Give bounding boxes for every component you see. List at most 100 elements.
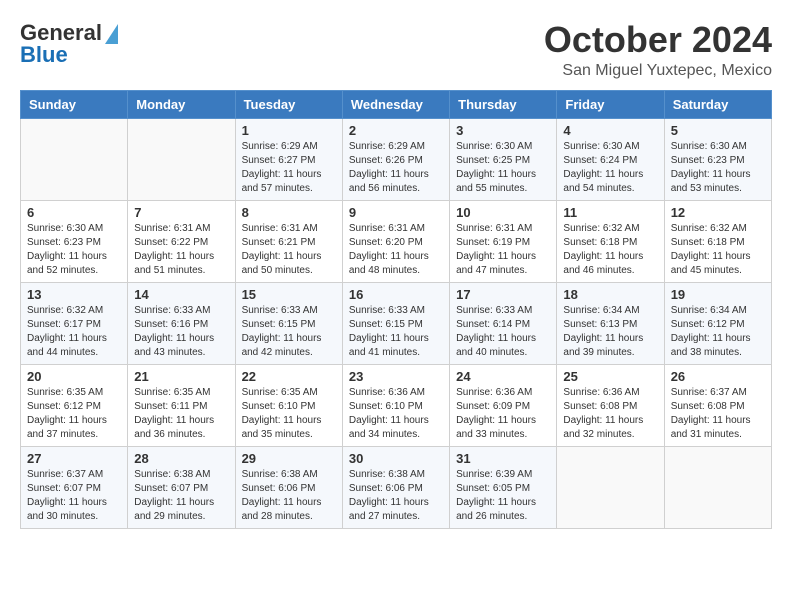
day-info: Sunrise: 6:36 AM Sunset: 6:10 PM Dayligh… — [349, 386, 443, 442]
day-number: 9 — [349, 205, 443, 220]
calendar-cell: 23 Sunrise: 6:36 AM Sunset: 6:10 PM Dayli… — [342, 364, 449, 446]
calendar-cell: 7 Sunrise: 6:31 AM Sunset: 6:22 PM Daylig… — [128, 200, 235, 282]
day-number: 26 — [671, 369, 765, 384]
calendar-cell: 26 Sunrise: 6:37 AM Sunset: 6:08 PM Dayli… — [664, 364, 771, 446]
title-area: October 2024 San Miguel Yuxtepec, Mexico — [544, 20, 772, 80]
day-info: Sunrise: 6:38 AM Sunset: 6:06 PM Dayligh… — [349, 468, 443, 524]
day-number: 20 — [27, 369, 121, 384]
calendar-cell: 6 Sunrise: 6:30 AM Sunset: 6:23 PM Daylig… — [21, 200, 128, 282]
calendar-cell: 28 Sunrise: 6:38 AM Sunset: 6:07 PM Dayli… — [128, 446, 235, 528]
calendar-cell: 16 Sunrise: 6:33 AM Sunset: 6:15 PM Dayli… — [342, 282, 449, 364]
day-info: Sunrise: 6:35 AM Sunset: 6:12 PM Dayligh… — [27, 386, 121, 442]
weekday-header-sunday: Sunday — [21, 90, 128, 118]
weekday-header-friday: Friday — [557, 90, 664, 118]
day-info: Sunrise: 6:34 AM Sunset: 6:13 PM Dayligh… — [563, 304, 657, 360]
calendar-cell: 5 Sunrise: 6:30 AM Sunset: 6:23 PM Daylig… — [664, 118, 771, 200]
day-info: Sunrise: 6:32 AM Sunset: 6:18 PM Dayligh… — [563, 222, 657, 278]
calendar-cell — [128, 118, 235, 200]
day-number: 29 — [242, 451, 336, 466]
day-info: Sunrise: 6:37 AM Sunset: 6:07 PM Dayligh… — [27, 468, 121, 524]
calendar-cell: 15 Sunrise: 6:33 AM Sunset: 6:15 PM Dayli… — [235, 282, 342, 364]
day-number: 4 — [563, 123, 657, 138]
day-number: 14 — [134, 287, 228, 302]
day-info: Sunrise: 6:30 AM Sunset: 6:23 PM Dayligh… — [27, 222, 121, 278]
calendar-cell: 2Sunrise: 6:29 AM Sunset: 6:26 PM Daylig… — [342, 118, 449, 200]
day-number: 27 — [27, 451, 121, 466]
day-info: Sunrise: 6:32 AM Sunset: 6:17 PM Dayligh… — [27, 304, 121, 360]
day-number: 17 — [456, 287, 550, 302]
calendar-cell: 22 Sunrise: 6:35 AM Sunset: 6:10 PM Dayli… — [235, 364, 342, 446]
day-number: 10 — [456, 205, 550, 220]
calendar-week-2: 6 Sunrise: 6:30 AM Sunset: 6:23 PM Daylig… — [21, 200, 772, 282]
day-number: 18 — [563, 287, 657, 302]
calendar-cell: 13 Sunrise: 6:32 AM Sunset: 6:17 PM Dayli… — [21, 282, 128, 364]
day-info: Sunrise: 6:35 AM Sunset: 6:10 PM Dayligh… — [242, 386, 336, 442]
day-info: Sunrise: 6:37 AM Sunset: 6:08 PM Dayligh… — [671, 386, 765, 442]
calendar-cell: 8Sunrise: 6:31 AM Sunset: 6:21 PM Daylig… — [235, 200, 342, 282]
day-number: 15 — [242, 287, 336, 302]
day-number: 19 — [671, 287, 765, 302]
weekday-header-monday: Monday — [128, 90, 235, 118]
calendar-cell: 17 Sunrise: 6:33 AM Sunset: 6:14 PM Dayli… — [450, 282, 557, 364]
calendar-cell: 14 Sunrise: 6:33 AM Sunset: 6:16 PM Dayli… — [128, 282, 235, 364]
day-info: Sunrise: 6:38 AM Sunset: 6:07 PM Dayligh… — [134, 468, 228, 524]
day-info: Sunrise: 6:38 AM Sunset: 6:06 PM Dayligh… — [242, 468, 336, 524]
calendar-header-row: SundayMondayTuesdayWednesdayThursdayFrid… — [21, 90, 772, 118]
calendar-cell: 12Sunrise: 6:32 AM Sunset: 6:18 PM Dayli… — [664, 200, 771, 282]
calendar-cell: 30 Sunrise: 6:38 AM Sunset: 6:06 PM Dayli… — [342, 446, 449, 528]
weekday-header-saturday: Saturday — [664, 90, 771, 118]
day-info: Sunrise: 6:39 AM Sunset: 6:05 PM Dayligh… — [456, 468, 550, 524]
day-number: 3 — [456, 123, 550, 138]
day-info: Sunrise: 6:32 AM Sunset: 6:18 PM Dayligh… — [671, 222, 765, 278]
day-info: Sunrise: 6:34 AM Sunset: 6:12 PM Dayligh… — [671, 304, 765, 360]
page-header: General Blue October 2024 San Miguel Yux… — [20, 20, 772, 80]
logo-triangle-icon — [105, 24, 118, 44]
day-info: Sunrise: 6:31 AM Sunset: 6:22 PM Dayligh… — [134, 222, 228, 278]
day-info: Sunrise: 6:33 AM Sunset: 6:14 PM Dayligh… — [456, 304, 550, 360]
calendar-week-1: 1Sunrise: 6:29 AM Sunset: 6:27 PM Daylig… — [21, 118, 772, 200]
calendar-week-3: 13 Sunrise: 6:32 AM Sunset: 6:17 PM Dayli… — [21, 282, 772, 364]
day-number: 22 — [242, 369, 336, 384]
day-number: 13 — [27, 287, 121, 302]
day-info: Sunrise: 6:33 AM Sunset: 6:15 PM Dayligh… — [349, 304, 443, 360]
day-number: 8 — [242, 205, 336, 220]
day-number: 1 — [242, 123, 336, 138]
day-number: 6 — [27, 205, 121, 220]
location-subtitle: San Miguel Yuxtepec, Mexico — [544, 62, 772, 80]
day-number: 28 — [134, 451, 228, 466]
calendar-cell: 25Sunrise: 6:36 AM Sunset: 6:08 PM Dayli… — [557, 364, 664, 446]
calendar-cell: 21Sunrise: 6:35 AM Sunset: 6:11 PM Dayli… — [128, 364, 235, 446]
calendar-week-4: 20 Sunrise: 6:35 AM Sunset: 6:12 PM Dayli… — [21, 364, 772, 446]
day-number: 16 — [349, 287, 443, 302]
logo: General Blue — [20, 20, 118, 68]
day-number: 23 — [349, 369, 443, 384]
weekday-header-tuesday: Tuesday — [235, 90, 342, 118]
day-info: Sunrise: 6:29 AM Sunset: 6:26 PM Dayligh… — [349, 140, 443, 196]
calendar-cell: 24Sunrise: 6:36 AM Sunset: 6:09 PM Dayli… — [450, 364, 557, 446]
day-number: 30 — [349, 451, 443, 466]
logo-text-blue: Blue — [20, 42, 68, 68]
calendar-cell: 1Sunrise: 6:29 AM Sunset: 6:27 PM Daylig… — [235, 118, 342, 200]
calendar-cell: 31 Sunrise: 6:39 AM Sunset: 6:05 PM Dayli… — [450, 446, 557, 528]
day-info: Sunrise: 6:33 AM Sunset: 6:16 PM Dayligh… — [134, 304, 228, 360]
day-number: 24 — [456, 369, 550, 384]
day-number: 25 — [563, 369, 657, 384]
calendar-cell: 29 Sunrise: 6:38 AM Sunset: 6:06 PM Dayli… — [235, 446, 342, 528]
calendar-cell — [664, 446, 771, 528]
day-info: Sunrise: 6:33 AM Sunset: 6:15 PM Dayligh… — [242, 304, 336, 360]
day-info: Sunrise: 6:31 AM Sunset: 6:20 PM Dayligh… — [349, 222, 443, 278]
calendar-cell: 19 Sunrise: 6:34 AM Sunset: 6:12 PM Dayli… — [664, 282, 771, 364]
month-title: October 2024 — [544, 20, 772, 60]
weekday-header-thursday: Thursday — [450, 90, 557, 118]
day-number: 31 — [456, 451, 550, 466]
calendar-cell: 4Sunrise: 6:30 AM Sunset: 6:24 PM Daylig… — [557, 118, 664, 200]
day-number: 11 — [563, 205, 657, 220]
calendar-cell: 11 Sunrise: 6:32 AM Sunset: 6:18 PM Dayli… — [557, 200, 664, 282]
day-number: 5 — [671, 123, 765, 138]
calendar-cell: 18 Sunrise: 6:34 AM Sunset: 6:13 PM Dayli… — [557, 282, 664, 364]
calendar-cell: 20 Sunrise: 6:35 AM Sunset: 6:12 PM Dayli… — [21, 364, 128, 446]
calendar-cell: 9 Sunrise: 6:31 AM Sunset: 6:20 PM Daylig… — [342, 200, 449, 282]
calendar-body: 1Sunrise: 6:29 AM Sunset: 6:27 PM Daylig… — [21, 118, 772, 528]
day-info: Sunrise: 6:30 AM Sunset: 6:23 PM Dayligh… — [671, 140, 765, 196]
day-number: 7 — [134, 205, 228, 220]
